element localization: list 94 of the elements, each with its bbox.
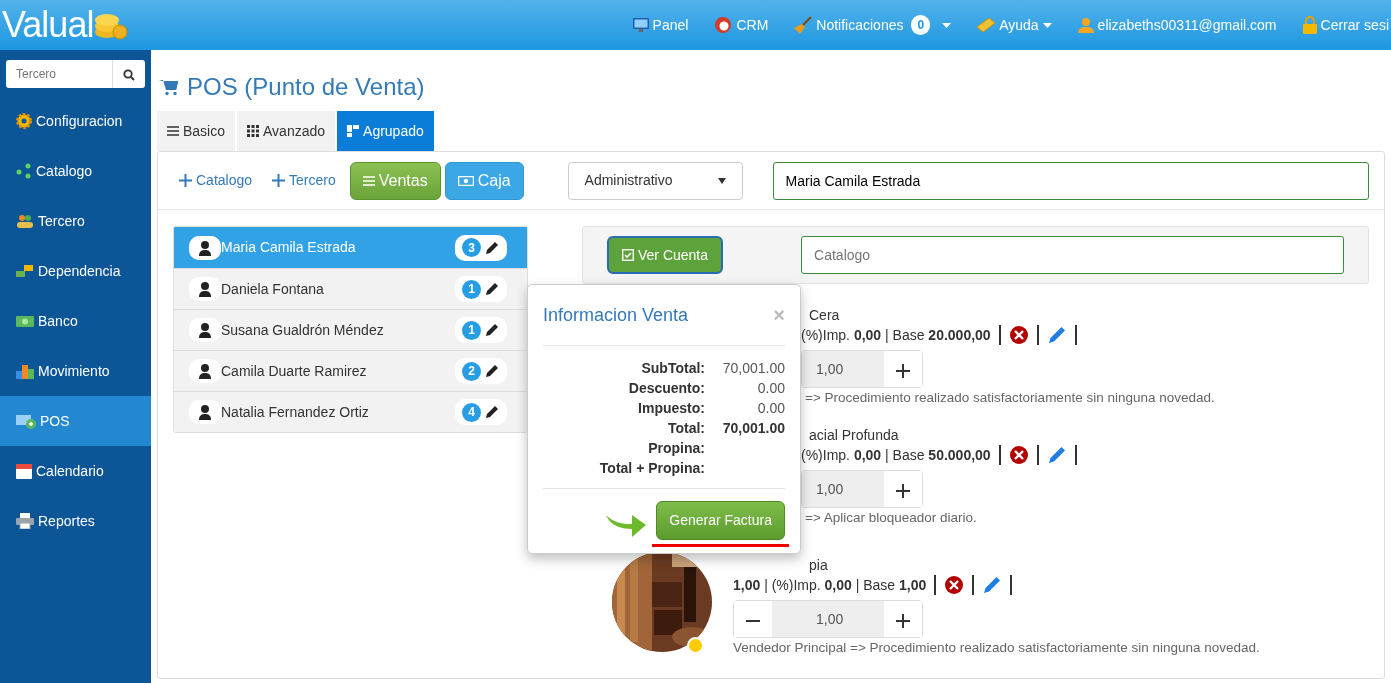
page-title: POS (Punto de Venta) [187,72,425,102]
add-link[interactable]: Tercero [266,169,342,192]
customer-item[interactable]: Susana Gualdrón Méndez 1 [174,309,527,350]
checkbox-icon [622,249,634,261]
tab[interactable]: Avanzado [237,111,336,151]
summary-label: Total: [666,419,705,438]
sidebar-item[interactable]: Calendario [0,446,151,496]
summary-label: Total + Propina: [598,459,705,478]
tab[interactable]: Agrupado [337,111,434,151]
customer-name: Maria Camila Estrada [221,238,357,257]
catalog-field[interactable]: Catalogo [801,236,1344,274]
summary-value: 0.00 [756,399,785,418]
plus-icon [896,363,910,378]
item-title: acial Profunda [809,426,900,444]
menu-icon [167,126,179,136]
count-badge: 0 [911,15,931,35]
delete-icon[interactable] [944,575,965,595]
customer-name: Camila Duarte Ramirez [221,361,368,381]
pencil-icon[interactable] [485,240,499,255]
pencil-icon[interactable] [485,323,499,337]
sidebar-item[interactable]: Dependencia [0,246,151,296]
quantity-field[interactable]: 1,00 [772,601,884,637]
ticket-icon [977,18,996,32]
gear-icon [16,113,32,129]
sidebar-item[interactable]: POS [0,396,151,446]
summary-value: 0.00 [756,379,785,398]
delete-icon[interactable] [1008,445,1029,465]
search-field[interactable]: Tercero [6,60,112,88]
add-link[interactable]: Catalogo [173,169,259,192]
item-title: pia [809,556,829,574]
item-details: 1,00 | (%)Imp. 0,00 | Base 1,00 [733,575,927,595]
dashboard-icon [347,125,360,137]
pencil-icon[interactable] [485,364,499,378]
padlock-icon [1302,16,1317,34]
user-icon [1077,17,1094,33]
people-icon [16,213,34,229]
item-details: (%)Imp. 0,00 | Base 20.000,00 [801,325,991,345]
summary-label: Descuento: [627,379,705,398]
minus-icon [746,619,760,622]
count-badge: 1 [462,320,481,340]
customer-name: Susana Gualdrón Méndez [221,320,385,340]
summary-value: 70,001.00 [721,359,785,378]
pencil-icon[interactable] [485,282,499,296]
menu-icon [362,175,375,186]
user-icon [189,235,221,260]
item-note: => Procedimiento realizado satisfactoriamente sin ninguna novedad. [805,389,1215,407]
plus-icon [272,174,286,187]
count-badge: 4 [462,402,481,422]
delete-icon[interactable] [1008,325,1029,345]
calendar-icon [16,463,32,479]
plus-icon [896,483,910,498]
nodes-icon [16,163,32,179]
customer-item[interactable]: Daniela Fontana 1 [174,268,527,309]
monitor-icon [632,17,649,33]
customer-field[interactable]: Maria Camila Estrada [772,161,1369,200]
sidebar-item[interactable]: Catalogo [0,146,151,196]
customer-name: Natalia Fernandez Ortiz [221,402,370,422]
pencil-icon[interactable] [485,405,499,419]
plus-icon [896,613,910,628]
summary-label: Impuesto: [637,399,705,418]
broom-icon [794,16,813,34]
count-badge: 1 [462,279,481,299]
item-title: Cera [809,306,841,324]
blocks-icon [16,264,34,278]
item-note: Vendedor Principal => Procedimiento realizado satisfactoriamente sin ninguna novedad. [733,639,1260,657]
customer-item[interactable]: Camila Duarte Ramirez 2 [174,350,527,391]
caret-icon [717,177,726,184]
item-details: (%)Imp. 0,00 | Base 50.000,00 [801,445,991,465]
department-select[interactable]: Administrativo [567,161,743,200]
popover-title: Informacion Venta [543,303,689,327]
sidebar-item[interactable]: Tercero [0,196,151,246]
printer-icon [16,513,34,529]
chart-icon [16,363,34,379]
search-icon [123,68,135,81]
tab[interactable]: Basico [157,111,236,151]
quantity-field[interactable]: 1,00 [802,351,884,387]
summary-label: SubTotal: [640,359,705,378]
banknote-icon [457,175,474,186]
plus-icon [179,174,192,187]
quantity-field[interactable]: 1,00 [802,471,884,507]
summary-label: Propina: [647,439,705,458]
sidebar-item[interactable]: Configuracion [0,96,151,146]
customer-item[interactable]: Natalia Fernandez Ortiz 4 [174,391,527,432]
item-note: => Aplicar bloqueador diario. [805,509,978,527]
count-badge: 3 [462,238,481,257]
count-badge: 2 [462,361,481,381]
sidebar-item[interactable]: Reportes [0,496,151,546]
sidebar-item[interactable]: Banco [0,296,151,346]
summary-value: 70,001.00 [721,419,785,438]
search-button[interactable] [112,60,145,88]
grid-icon [247,125,260,137]
customer-name: Daniela Fontana [221,279,325,299]
sidebar-item[interactable]: Movimiento [0,346,151,396]
money-icon [16,314,34,328]
